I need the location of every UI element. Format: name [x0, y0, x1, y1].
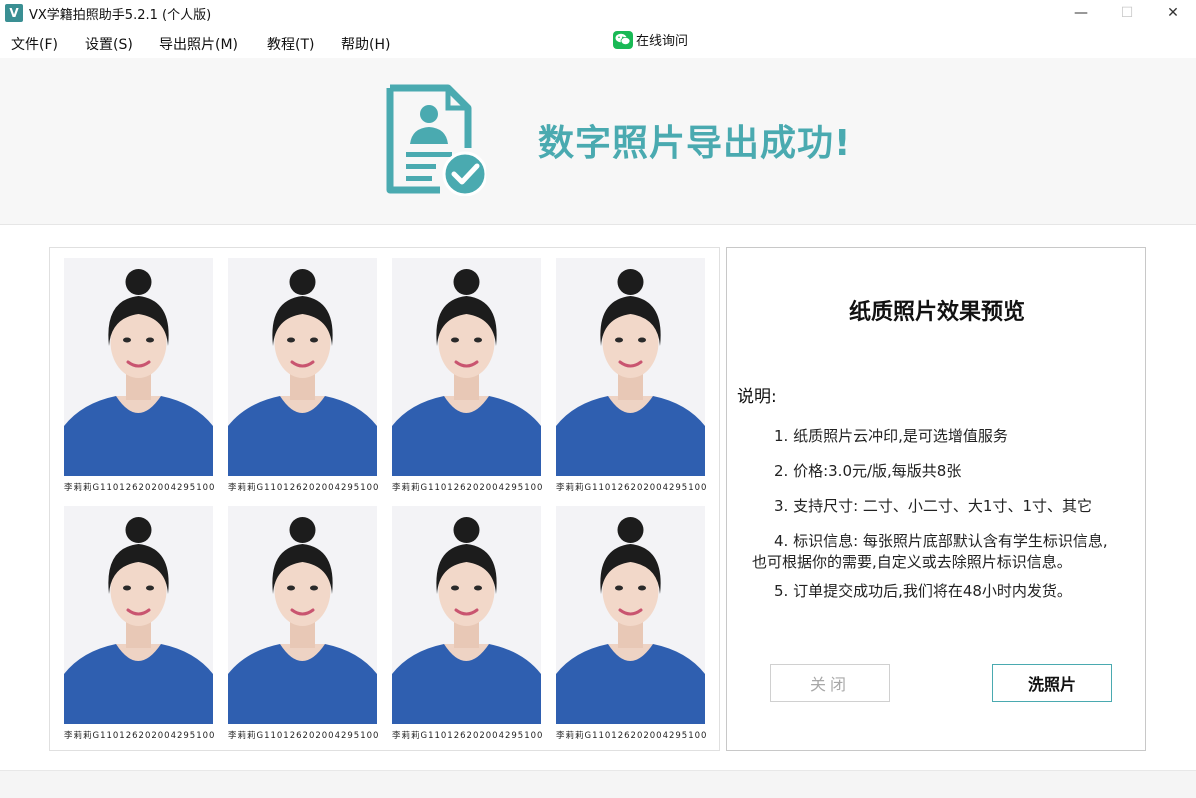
photo-cell: 李莉莉G11012620200429510​0: [228, 258, 380, 493]
portrait-photo: [228, 258, 377, 476]
menu-file[interactable]: 文件(F): [11, 34, 58, 54]
panel-title: 纸质照片效果预览: [848, 300, 1025, 325]
wechat-icon: [613, 30, 633, 49]
title-bar: V VX学籍拍照助手5.2.1 (个人版) — ☐ ✕: [0, 0, 1196, 26]
info-item-5: 5. 订单提交成功后,我们将在48小时内发货。: [774, 582, 1072, 600]
info-item-1: 1. 纸质照片云冲印,是可选增值服务: [774, 427, 1008, 445]
close-window-button[interactable]: ✕: [1150, 0, 1196, 26]
photo-caption: 李莉莉G11012620200429510​0: [64, 483, 216, 493]
photo-cell: 李莉莉G11012620200429510​0: [64, 258, 216, 493]
bottom-strip: [0, 770, 1196, 798]
print-photos-button[interactable]: 洗照片: [992, 664, 1112, 702]
menu-help[interactable]: 帮助(H): [341, 34, 390, 54]
portrait-photo: [64, 258, 213, 476]
photo-caption: 李莉莉G11012620200429510​0: [556, 483, 708, 493]
photo-cell: 李莉莉G11012620200429510​0: [556, 506, 708, 741]
info-item-4: 4. 标识信息: 每张照片底部默认含有学生标识信息,: [774, 532, 1108, 550]
portrait-photo: [556, 258, 705, 476]
info-item-4-cont: 也可根据你的需要,自定义或去除照片标识信息。: [752, 553, 1072, 571]
photo-caption: 李莉莉G11012620200429510​0: [64, 731, 216, 741]
photo-caption: 李莉莉G11012620200429510​0: [228, 731, 380, 741]
success-banner: 数字照片导出成功!: [0, 58, 1196, 225]
online-inquiry-label: 在线询问: [636, 34, 689, 49]
photo-cell: 李莉莉G11012620200429510​0: [228, 506, 380, 741]
close-button[interactable]: 关闭: [770, 664, 890, 702]
menu-bar: 文件(F) 设置(S) 导出照片(M) 教程(T) 帮助(H): [0, 26, 1196, 58]
menu-tutorial[interactable]: 教程(T): [267, 34, 314, 54]
window-controls: — ☐ ✕: [1058, 0, 1196, 26]
photo-cell: 李莉莉G11012620200429510​0: [556, 258, 708, 493]
photo-cell: 李莉莉G11012620200429510​0: [392, 258, 544, 493]
photo-cell: 李莉莉G11012620200429510​0: [392, 506, 544, 741]
portrait-photo: [64, 506, 213, 724]
photo-caption: 李莉莉G11012620200429510​0: [392, 731, 544, 741]
portrait-photo: [228, 506, 377, 724]
photo-caption: 李莉莉G11012620200429510​0: [228, 483, 380, 493]
minimize-button[interactable]: —: [1058, 0, 1104, 26]
photo-sheet: 李莉莉G11012620200429510​0 李莉莉G110126202004…: [49, 247, 720, 751]
photo-caption: 李莉莉G11012620200429510​0: [556, 731, 708, 741]
description-label: 说明:: [737, 387, 777, 407]
portrait-photo: [392, 506, 541, 724]
portrait-photo: [392, 258, 541, 476]
info-item-3: 3. 支持尺寸: 二寸、小二寸、大1寸、1寸、其它: [774, 497, 1092, 515]
portrait-photo: [556, 506, 705, 724]
menu-settings[interactable]: 设置(S): [85, 34, 133, 54]
document-success-icon: [386, 84, 486, 196]
photo-cell: 李莉莉G11012620200429510​0: [64, 506, 216, 741]
app-logo: V: [5, 4, 23, 22]
window-title: VX学籍拍照助手5.2.1 (个人版): [29, 7, 212, 23]
success-message: 数字照片导出成功!: [538, 123, 852, 164]
maximize-button[interactable]: ☐: [1104, 0, 1150, 26]
info-item-2: 2. 价格:3.0元/版,每版共8张: [774, 462, 962, 480]
menu-export-photos[interactable]: 导出照片(M): [159, 34, 238, 54]
online-inquiry-link[interactable]: 在线询问: [613, 30, 688, 49]
preview-info-panel: 纸质照片效果预览 说明: 1. 纸质照片云冲印,是可选增值服务 2. 价格:3.…: [726, 247, 1146, 751]
photo-caption: 李莉莉G11012620200429510​0: [392, 483, 544, 493]
